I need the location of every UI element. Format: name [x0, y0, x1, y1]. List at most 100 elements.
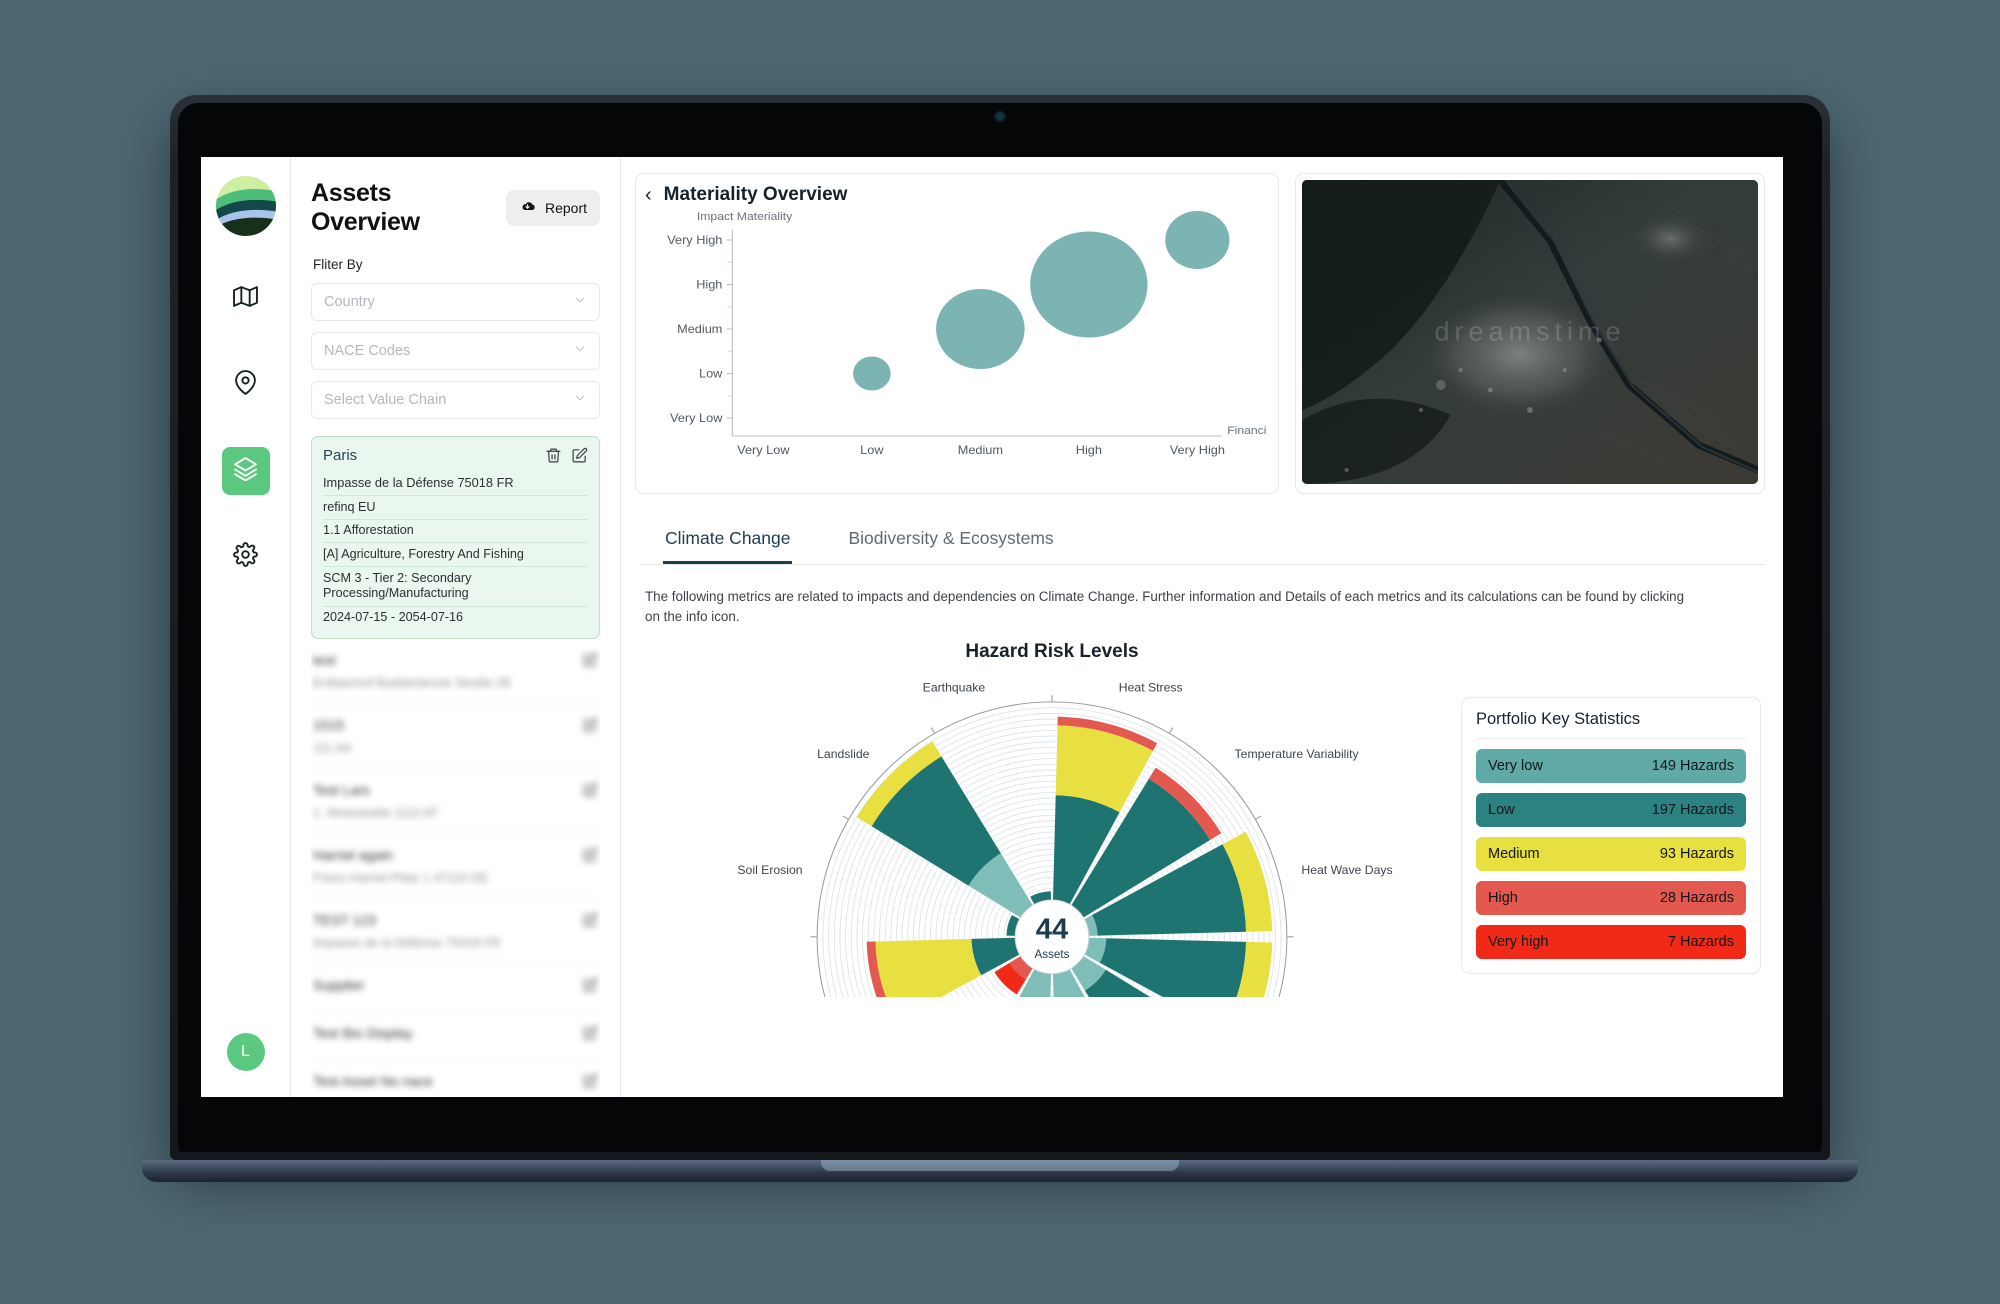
asset-card-detail: refinq EU [323, 495, 588, 519]
sidebar-item-settings[interactable] [222, 533, 270, 581]
sidebar-rail: L [201, 157, 291, 1097]
panel-header: Assets Overview Report [311, 179, 600, 237]
svg-text:44: 44 [1036, 914, 1069, 946]
satellite-image[interactable]: dreamstime [1302, 180, 1758, 484]
hazard-chart-column: Hazard Risk Levels Heat Stress Temperatur… [643, 641, 1461, 1097]
asset-rows[interactable]: test Erdtaschof Buddenbrook Straße 28 151… [311, 639, 600, 1097]
svg-text:Medium: Medium [677, 323, 722, 336]
portfolio-stats-title: Portfolio Key Statistics [1476, 710, 1746, 740]
edit-icon[interactable] [582, 1073, 598, 1094]
portfolio-stat-row[interactable]: Very low 149 Hazards [1476, 749, 1746, 784]
report-button-label: Report [544, 200, 587, 216]
portfolio-stat-label: Low [1488, 802, 1515, 819]
portfolio-stat-row[interactable]: Low 197 Hazards [1476, 793, 1746, 828]
svg-text:Heat Wave Days: Heat Wave Days [1301, 863, 1392, 877]
asset-list-item[interactable]: Harriet again Franz-Harriet-Platz 1 47116… [311, 834, 600, 900]
portfolio-stats-rows: Very low 149 Hazards Low 197 Hazards Medium 9… [1476, 749, 1746, 960]
satellite-map-card[interactable]: dreamstime [1295, 173, 1765, 494]
portfolio-stat-value: 197 Hazards [1651, 802, 1734, 819]
asset-card-detail: 2024-07-15 - 2054-07-16 [323, 605, 588, 630]
asset-list-item[interactable]: 1515 111 AA [311, 704, 600, 770]
materiality-bubble-chart[interactable]: Impact MaterialityFinancial MaterialityV… [646, 208, 1335, 483]
edit-icon[interactable] [571, 447, 588, 469]
svg-text:Soil Erosion: Soil Erosion [737, 863, 802, 877]
avatar[interactable]: L [226, 1033, 265, 1071]
topic-tabs: Climate Change Biodiversity & Ecosystems [641, 518, 1765, 565]
svg-text:Very High: Very High [667, 234, 722, 247]
tab-label: Biodiversity & Ecosystems [848, 528, 1054, 548]
svg-text:Financial Materiality: Financial Materiality [1227, 425, 1266, 437]
asset-list-item[interactable]: test Erdtaschof Buddenbrook Straße 28 [311, 639, 600, 705]
portfolio-stat-row[interactable]: Medium 93 Hazards [1476, 837, 1746, 872]
asset-list-item-name: Test Lars [313, 782, 370, 799]
edit-icon[interactable] [582, 782, 598, 803]
edit-icon[interactable] [582, 912, 598, 933]
asset-card-selected[interactable]: Paris Impasse de la Défense 75018 FR ref… [311, 436, 600, 640]
portfolio-stat-value: 93 Hazards [1659, 846, 1734, 863]
asset-list-item-name: Supplier [313, 977, 365, 994]
trash-icon[interactable] [545, 447, 562, 469]
filter-nace-select[interactable]: NACE Codes [311, 332, 600, 370]
sidebar-item-assets[interactable] [221, 447, 270, 495]
portfolio-stat-row[interactable]: High 28 Hazards [1476, 881, 1746, 916]
chevron-left-icon[interactable]: ‹ [642, 185, 655, 205]
asset-card-detail: 1.1 Afforestation [323, 518, 588, 543]
bubble-chart-svg: Impact MaterialityFinancial MaterialityV… [667, 211, 1335, 457]
portfolio-stat-label: High [1488, 890, 1518, 907]
hazard-risk-radial-chart[interactable]: Heat Stress Temperature Variability Heat W… [643, 667, 1461, 1097]
screen: L Assets Overview Report Fliter By Count… [201, 157, 1783, 1097]
tab-biodiversity-ecosystems[interactable]: Biodiversity & Ecosystems [846, 518, 1055, 564]
gear-icon [233, 542, 258, 572]
asset-list-item[interactable]: Supplier [311, 964, 600, 1013]
asset-card-detail: [A] Agriculture, Forestry And Fishing [323, 542, 588, 566]
filter-value-chain-select[interactable]: Select Value Chain [311, 381, 600, 419]
cloud-download-icon [519, 198, 536, 218]
asset-list-item-address: Franz-Harriet-Platz 1 47116 DE [313, 871, 489, 886]
page-title: Assets Overview [311, 179, 420, 236]
asset-card-actions [545, 447, 588, 469]
laptop-mockup: L Assets Overview Report Fliter By Count… [142, 95, 1858, 1182]
hazard-section: Hazard Risk Levels Heat Stress Temperatur… [621, 641, 1783, 1097]
metrics-description: The following metrics are related to imp… [645, 589, 1685, 625]
chevron-down-icon [573, 391, 587, 409]
portfolio-stat-label: Medium [1488, 846, 1540, 863]
asset-list-item[interactable]: Test Asset No nace [311, 1060, 600, 1097]
edit-icon[interactable] [582, 717, 598, 738]
camera-notch [904, 103, 1096, 133]
filter-value-chain-placeholder: Select Value Chain [324, 392, 447, 408]
chevron-down-icon [573, 342, 587, 360]
map-watermark: dreamstime [1434, 316, 1626, 347]
tab-climate-change[interactable]: Climate Change [663, 518, 793, 564]
asset-list-item[interactable]: Test Lars 1. Wolostraße 1110 AT [311, 769, 600, 835]
portfolio-stat-row[interactable]: Very high 7 Hazards [1476, 925, 1746, 960]
edit-icon[interactable] [582, 652, 598, 673]
svg-text:Very High: Very High [1170, 444, 1225, 457]
svg-text:High: High [1076, 444, 1102, 457]
sidebar-item-map[interactable] [222, 275, 270, 323]
edit-icon[interactable] [582, 847, 598, 868]
asset-list-item[interactable]: TEST 123 Impasse de la Défense 75018 FR [311, 899, 600, 965]
svg-text:Assets: Assets [1035, 948, 1070, 961]
avatar-initial: L [241, 1043, 250, 1060]
edit-icon[interactable] [582, 977, 598, 998]
svg-text:Low: Low [699, 367, 723, 380]
radial-chart-svg: Heat Stress Temperature Variability Heat W… [735, 681, 1393, 1097]
edit-icon[interactable] [582, 1025, 598, 1046]
filter-country-select[interactable]: Country [311, 283, 600, 321]
portfolio-stat-value: 7 Hazards [1667, 934, 1734, 951]
asset-card-header: Paris [323, 447, 588, 469]
assets-panel: Assets Overview Report Fliter By Country [291, 157, 621, 1097]
filter-by-label: Fliter By [313, 257, 363, 272]
asset-list-item-address: 1. Wolostraße 1110 AT [313, 806, 439, 821]
svg-text:Low: Low [860, 444, 884, 457]
layers-icon [233, 456, 258, 486]
chevron-down-icon [573, 293, 587, 311]
main-content: ‹ Materiality Overview Impact Materialit… [621, 157, 1783, 1097]
asset-list-item-address: Impasse de la Défense 75018 FR [313, 936, 501, 951]
sidebar-item-locations[interactable] [222, 361, 270, 409]
asset-list[interactable]: Paris Impasse de la Défense 75018 FR ref… [311, 436, 600, 1097]
asset-list-item[interactable]: Test Bio Display [311, 1012, 600, 1061]
svg-text:Temperature Variability: Temperature Variability [1235, 747, 1360, 761]
asset-list-item-address: Erdtaschof Buddenbrook Straße 28 [313, 676, 511, 691]
report-button[interactable]: Report [505, 190, 600, 226]
